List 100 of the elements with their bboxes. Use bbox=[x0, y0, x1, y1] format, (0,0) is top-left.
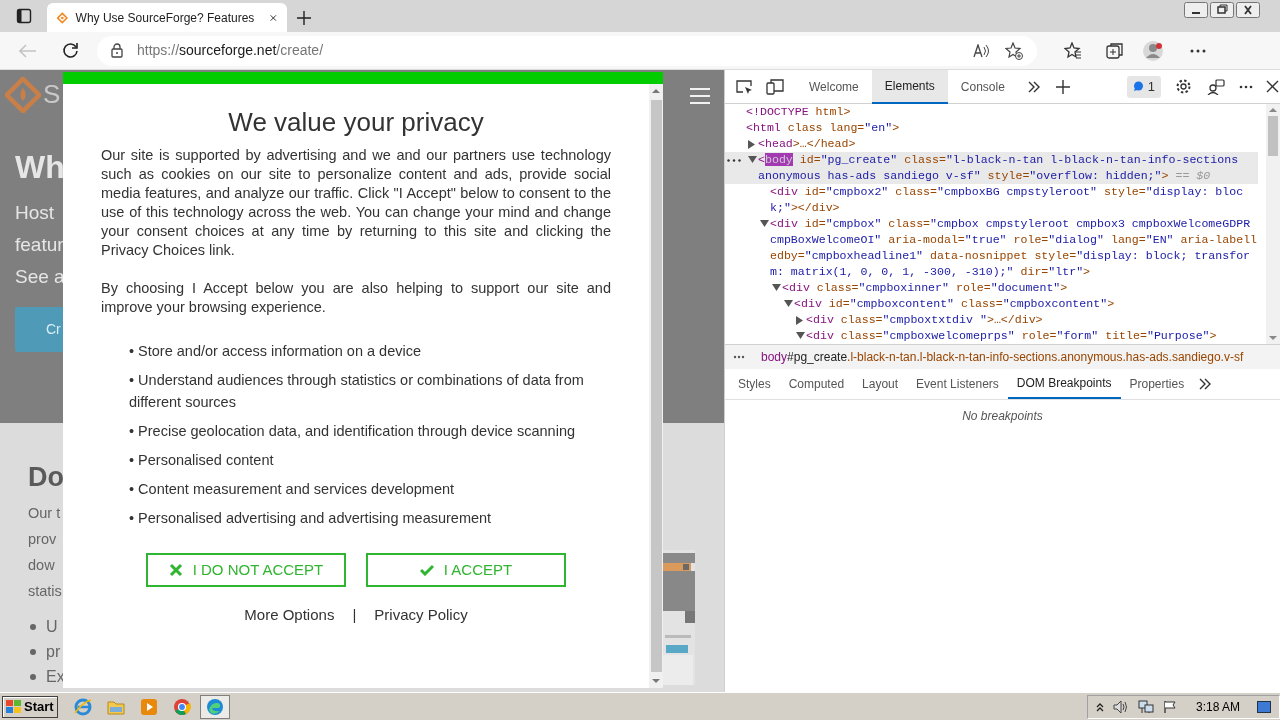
dom-node[interactable]: <div id="cmpboxcontent" class="cmpboxcontent"> bbox=[725, 296, 1258, 312]
feedback-icon[interactable] bbox=[1207, 78, 1226, 95]
intro-text: See a bbox=[15, 265, 65, 289]
collapse-arrow-icon[interactable] bbox=[748, 156, 757, 164]
speaker-icon[interactable] bbox=[1112, 699, 1129, 714]
settings-icon[interactable] bbox=[1175, 78, 1193, 95]
purpose-item: • Understand audiences through statistics or combinations of data from different sources bbox=[129, 371, 585, 412]
devtools-tab[interactable]: Console bbox=[947, 69, 1018, 104]
show-hidden-icon[interactable] bbox=[1095, 701, 1104, 712]
media-player-icon[interactable] bbox=[139, 697, 158, 716]
dialog-link[interactable]: More Options bbox=[244, 604, 335, 627]
consent-paragraph: By choosing I Accept below you are also helping to support our site and improve your browsing experience. bbox=[101, 279, 611, 317]
panel-tab[interactable]: Computed bbox=[779, 369, 854, 399]
page-heading: Wh bbox=[15, 149, 65, 185]
devtools-tab[interactable]: Welcome bbox=[796, 69, 872, 104]
new-tab-icon[interactable] bbox=[297, 11, 311, 25]
collapse-arrow-icon[interactable] bbox=[760, 220, 769, 228]
menu-icon[interactable] bbox=[690, 88, 710, 104]
purpose-item: • Content measurement and services development bbox=[129, 480, 456, 499]
devtools-tab[interactable]: Elements bbox=[871, 69, 948, 104]
refresh-icon[interactable] bbox=[62, 42, 79, 59]
close-icon[interactable] bbox=[1266, 80, 1280, 93]
dialog-title: We value your privacy bbox=[228, 106, 484, 138]
list-text: Ex bbox=[46, 667, 65, 687]
logo-text: S bbox=[43, 78, 61, 111]
scrollbar[interactable] bbox=[649, 84, 663, 688]
issues-badge[interactable]: 1 bbox=[1126, 75, 1162, 98]
dom-node[interactable]: <div class="cmpboxinner" role="document"> bbox=[725, 280, 1258, 296]
favorites-icon[interactable] bbox=[1064, 42, 1082, 59]
chrome-icon[interactable] bbox=[172, 697, 191, 716]
dialog-link[interactable]: Privacy Policy bbox=[374, 604, 468, 627]
dom-node[interactable]: <div class="cmpboxtxtdiv ">…</div> bbox=[725, 312, 1258, 328]
consent-paragraph: Our site is supported by advertising and we and our partners use technology such as cookies on our site to personalize content and ads, provide social media features, and analyze our traffic. Click "I Accept" below to consent to the use of this technology across the web. You can change your mind and change your consent choices at any time by returning to this site and clicking the Privacy Choices link. bbox=[101, 146, 611, 260]
collapse-arrow-icon[interactable] bbox=[784, 300, 793, 308]
intro-text: featur bbox=[15, 233, 64, 257]
dom-node[interactable]: <div class="cmpboxwelcomeprps" role="form" title="Purpose"> bbox=[725, 328, 1258, 344]
bullet-icon bbox=[30, 673, 36, 680]
bullet-icon bbox=[30, 648, 36, 655]
taskbar-item[interactable] bbox=[199, 694, 230, 719]
diamond-logo-icon bbox=[57, 9, 68, 26]
inspect-icon[interactable] bbox=[735, 78, 753, 95]
collapse-arrow-icon[interactable] bbox=[796, 332, 805, 340]
intro-text: Host bbox=[15, 201, 55, 225]
address-field[interactable]: https://sourceforge.net/create/ bbox=[97, 35, 1037, 66]
scrollbar-thumb[interactable] bbox=[1268, 116, 1278, 156]
separator: | bbox=[351, 605, 358, 625]
panel-tab[interactable]: Styles bbox=[729, 369, 780, 399]
dom-node[interactable]: <html class lang="en"> bbox=[725, 120, 1258, 136]
list-text: pr bbox=[46, 642, 61, 662]
start-button[interactable]: Start bbox=[2, 695, 58, 718]
dom-node[interactable]: <!DOCTYPE html> bbox=[725, 104, 1258, 120]
message-icon bbox=[1132, 81, 1144, 92]
collapse-arrow-icon[interactable] bbox=[772, 284, 781, 292]
url-text: https://sourceforge.net/create/ bbox=[137, 41, 324, 60]
more-icon[interactable] bbox=[1239, 84, 1254, 89]
section-text: Our t bbox=[28, 504, 61, 523]
panel-tab[interactable]: Layout bbox=[853, 369, 908, 399]
purpose-item: • Precise geolocation data, and identification through device scanning bbox=[129, 422, 576, 441]
panel-tab[interactable]: Event Listeners bbox=[907, 369, 1008, 399]
tab-actions-icon[interactable] bbox=[16, 8, 32, 24]
add-tab-icon[interactable] bbox=[1055, 79, 1070, 94]
close-icon[interactable] bbox=[1236, 2, 1260, 18]
tab-title: Why Use SourceForge? Features bbox=[75, 9, 255, 27]
scrollbar[interactable] bbox=[1266, 104, 1280, 344]
more-icon[interactable] bbox=[1190, 48, 1206, 53]
dom-node[interactable]: <head>…</head> bbox=[725, 136, 1258, 152]
bullet-icon bbox=[30, 623, 36, 630]
browser-tab[interactable]: Why Use SourceForge? Features bbox=[47, 3, 287, 32]
close-icon[interactable] bbox=[270, 12, 277, 23]
section-text: statis bbox=[28, 582, 62, 601]
expand-arrow-icon[interactable] bbox=[748, 140, 756, 149]
panel-tab[interactable]: Properties bbox=[1120, 369, 1194, 399]
check-icon bbox=[419, 564, 434, 576]
empty-message: No breakpoints bbox=[961, 408, 1044, 425]
minimize-icon[interactable] bbox=[1184, 2, 1208, 18]
more-tabs-icon[interactable] bbox=[1027, 80, 1040, 93]
purpose-item: • Personalised advertising and advertising measurement bbox=[129, 509, 493, 528]
restore-icon[interactable] bbox=[1210, 2, 1234, 18]
section-text: dow bbox=[28, 556, 55, 575]
show-desktop-icon[interactable] bbox=[1257, 700, 1271, 713]
more-icon[interactable] bbox=[727, 159, 741, 162]
read-aloud-icon[interactable] bbox=[973, 43, 991, 58]
cross-icon bbox=[168, 563, 183, 577]
purpose-item: • Store and/or access information on a device bbox=[129, 342, 422, 361]
more-icon[interactable] bbox=[733, 355, 745, 359]
device-icon[interactable] bbox=[766, 78, 784, 95]
add-favorite-icon[interactable] bbox=[1005, 41, 1023, 60]
section-text: prov bbox=[28, 530, 57, 549]
profile-avatar-icon[interactable] bbox=[1142, 39, 1164, 62]
windows-flag-icon bbox=[6, 699, 22, 714]
network-icon[interactable] bbox=[1137, 699, 1154, 714]
list-text: U bbox=[46, 617, 58, 637]
scrollbar-thumb[interactable] bbox=[650, 100, 662, 672]
expand-arrow-icon[interactable] bbox=[796, 316, 804, 325]
flag-icon[interactable] bbox=[1162, 699, 1177, 714]
more-tabs-icon[interactable] bbox=[1199, 378, 1212, 390]
clock[interactable]: 3:18 AM bbox=[1195, 697, 1240, 716]
purpose-item: • Personalised content bbox=[129, 451, 275, 470]
collections-icon[interactable] bbox=[1106, 41, 1124, 60]
logo-icon bbox=[5, 76, 41, 113]
